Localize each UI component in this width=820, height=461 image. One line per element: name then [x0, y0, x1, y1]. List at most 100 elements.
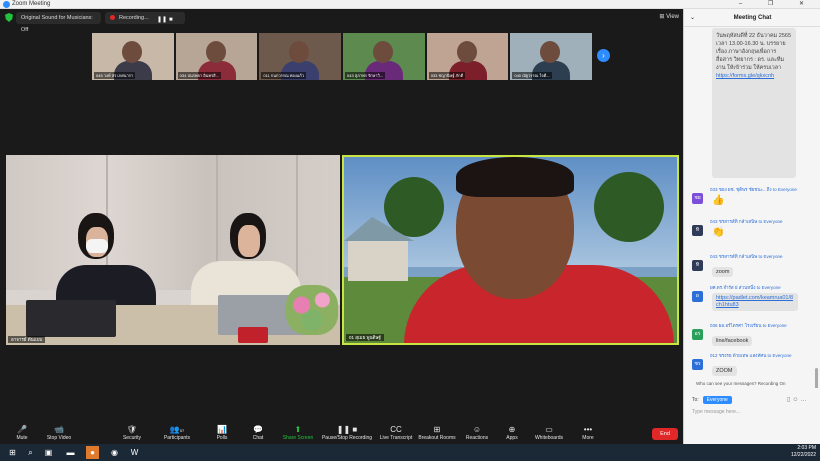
participant-name: 040 ณัฐวรรณ ใจดี... [512, 72, 552, 79]
next-page-arrow-icon[interactable]: › [597, 49, 610, 62]
participant-name: 034 ปนรพยา อินทรสิ... [177, 72, 221, 79]
recording-indicator[interactable]: Recording... ❚❚ ■ [105, 12, 185, 24]
recording-dot-icon [110, 15, 115, 21]
shield-icon: 🛡 [126, 425, 138, 434]
chat-input[interactable]: Type message here... [692, 409, 740, 415]
chat-message: ทิ 043 ชรสารส์ทิ กล้าเสนิษ to Everyone z… [692, 253, 817, 278]
breakout-rooms-button[interactable]: ⊞ Breakout Rooms [415, 424, 459, 441]
participant-thumbnail[interactable]: 043 สุภาพร รักษาวิ... [343, 33, 425, 80]
recipient-dropdown[interactable]: Everyone [702, 396, 732, 404]
end-meeting-button[interactable]: End [652, 428, 678, 440]
toolbar-label: Participants [163, 435, 191, 441]
toolbar-label: Breakout Rooms [418, 435, 456, 441]
participant-name: 01 สุเมธ พูนดิษฐ์ [346, 334, 384, 341]
chat-message-text: line/facebook [712, 336, 753, 346]
participant-name: 033 ชญานิษฐ์ ภักดี [428, 72, 466, 79]
pause-stop-recording-button[interactable]: ❚❚ ■ Pause/Stop Recording [318, 424, 376, 441]
chat-sender: 036 ผอ.อร์ไตรศา โรงเรียน to Everyone [710, 323, 787, 328]
zoom-taskbar-icon[interactable]: ● [86, 446, 99, 459]
share-screen-icon: ⬆ [294, 425, 302, 434]
face-mask [86, 239, 108, 253]
speaker-hair [456, 157, 574, 197]
chat-title: Meeting Chat [733, 15, 772, 21]
chat-sender: 043 ชรสารส์ทิ กล้าเสนิษ to Everyone [710, 254, 783, 259]
chat-link[interactable]: https://padlet.com/keamrua01/8ch1htu83 [712, 293, 798, 311]
chat-sender: 012 ชรงรย ด้วยเทพ แสงทัศน to Everyone [710, 353, 792, 358]
video-tile-left[interactable]: อาจารย์ ต้นแบบ [6, 155, 340, 345]
avatar: ทิ [692, 260, 703, 271]
windows-start-icon[interactable]: ⊞ [6, 446, 19, 459]
avatar: ทิ [692, 225, 703, 236]
participant-name: อาจารย์ ต้นแบบ [8, 336, 46, 343]
chat-messages: วันพฤหัสบดีที่ 22 ธันวาคม 2565 เวลา 13.0… [684, 28, 820, 388]
pause-recording-icon[interactable]: ❚❚ [157, 14, 167, 26]
participant-thumbnail[interactable]: 034 ปนรพยา อินทรสิ... [175, 33, 258, 80]
participant-name: 011 กนกวรรณ ทองแก้ว [261, 72, 307, 79]
live-transcript-button[interactable]: CC Live Transcript [374, 424, 418, 441]
system-clock[interactable]: 2:03 PM 12/22/2022 [791, 445, 816, 459]
flower-arrangement [286, 285, 338, 335]
participant-head [122, 41, 142, 63]
chat-bubble-icon: 💬 [253, 425, 263, 434]
toolbar-label: Security [122, 435, 142, 441]
closed-caption-icon: CC [390, 425, 402, 434]
browser-taskbar-icon[interactable]: ◉ [108, 446, 121, 459]
participant-head [289, 41, 310, 63]
avatar: ชย [692, 193, 703, 204]
chat-sender: 043 ชรสารส์ทิ กล้าเสนิษ to Everyone [710, 219, 783, 224]
participants-glyph: 👥 [169, 425, 180, 434]
to-label: To: [692, 397, 699, 403]
zoom-logo-icon [3, 1, 10, 8]
thumbs-up-icon: 👍 [712, 195, 725, 206]
stop-video-button[interactable]: 📹 Stop Video [37, 424, 81, 441]
chevron-down-icon[interactable]: ⌄ [690, 9, 695, 27]
chat-message: ผ ผศ.ดร.จำรัส ย่ ส่วนหนึ่ง to Everyone h… [692, 284, 817, 311]
chat-button[interactable]: 💬 Chat [236, 424, 280, 441]
recipient-selector[interactable]: To: Everyone [692, 396, 732, 404]
view-button[interactable]: ⊞ View [659, 13, 679, 20]
file-explorer-icon[interactable]: ▬ [64, 446, 77, 459]
clock-time: 2:03 PM [797, 445, 816, 451]
participant-thumbnail[interactable]: 045 วงษ์ สร เกศนารา [92, 33, 174, 80]
search-icon[interactable]: ⌕ [24, 446, 37, 459]
security-shield-icon[interactable] [5, 13, 13, 22]
chat-sender: 033 ชยง ผช. ชุติพร ชัยชนะ...ถึง to Every… [710, 187, 797, 192]
task-view-icon[interactable]: ▣ [42, 446, 55, 459]
video-tile-active-speaker[interactable]: 01 สุเมธ พูนดิษฐ์ [342, 155, 679, 345]
participants-button[interactable]: 👥57 Participants [155, 424, 199, 441]
more-button[interactable]: ••• More [566, 424, 610, 441]
chat-tools: ▯☺… [787, 396, 808, 403]
toolbar-label: Share Screen [282, 435, 314, 441]
more-dots-icon: ••• [583, 425, 593, 434]
chat-scrollbar[interactable] [815, 368, 818, 388]
avatar: อร [692, 329, 703, 340]
window-controls[interactable]: – ❐ ✕ [739, 0, 816, 7]
stop-recording-icon[interactable]: ■ [169, 14, 173, 26]
windows-taskbar: ⊞ ⌕ ▣ ▬ ● ◉ W 2:03 PM 12/22/2022 [0, 444, 820, 461]
chat-message-text: ZOOM [712, 366, 737, 376]
toolbar-label: Chat [252, 435, 264, 441]
toolbar-label: More [582, 435, 594, 441]
participant-name: 045 วงษ์ สร เกศนารา [94, 72, 136, 79]
participants-icon: 👥57 [155, 424, 199, 435]
word-taskbar-icon[interactable]: W [128, 446, 141, 459]
share-screen-button[interactable]: ⬆ Share Screen [276, 424, 320, 441]
more-icon[interactable]: … [800, 397, 808, 403]
background-tree [594, 172, 664, 242]
security-button[interactable]: 🛡 Security [110, 424, 154, 441]
who-can-see-notice[interactable]: Who can see your messages? Recording On [696, 381, 786, 386]
participant-head [456, 41, 477, 63]
original-sound-toggle[interactable]: Original Sound for Musicians: Off [16, 12, 101, 33]
participant-head [540, 41, 561, 63]
meeting-toolbar: 🎤 Mute 📹 Stop Video 🛡 Security 👥57 Participa… [0, 423, 683, 444]
toolbar-label: Reactions [465, 435, 489, 441]
chat-link[interactable]: https://forms.gle/qkxcnh [716, 73, 774, 79]
breakout-rooms-icon: ⊞ [433, 425, 441, 434]
participant-thumbnail[interactable]: 033 ชญานิษฐ์ ภักดี [426, 33, 509, 80]
whiteboards-button[interactable]: ▭ Whiteboards [527, 424, 571, 441]
chat-message: ทิ 043 ชรสารส์ทิ กล้าเสนิษ to Everyone 👏 [692, 218, 817, 238]
participant-thumbnail[interactable]: 011 กนกวรรณ ทองแก้ว [259, 33, 342, 80]
chat-message: ชร 012 ชรงรย ด้วยเทพ แสงทัศน to Everyone… [692, 352, 817, 377]
participant-thumbnail[interactable]: 040 ณัฐวรรณ ใจดี... [510, 33, 593, 80]
window-title: Zoom Meeting [12, 1, 51, 7]
